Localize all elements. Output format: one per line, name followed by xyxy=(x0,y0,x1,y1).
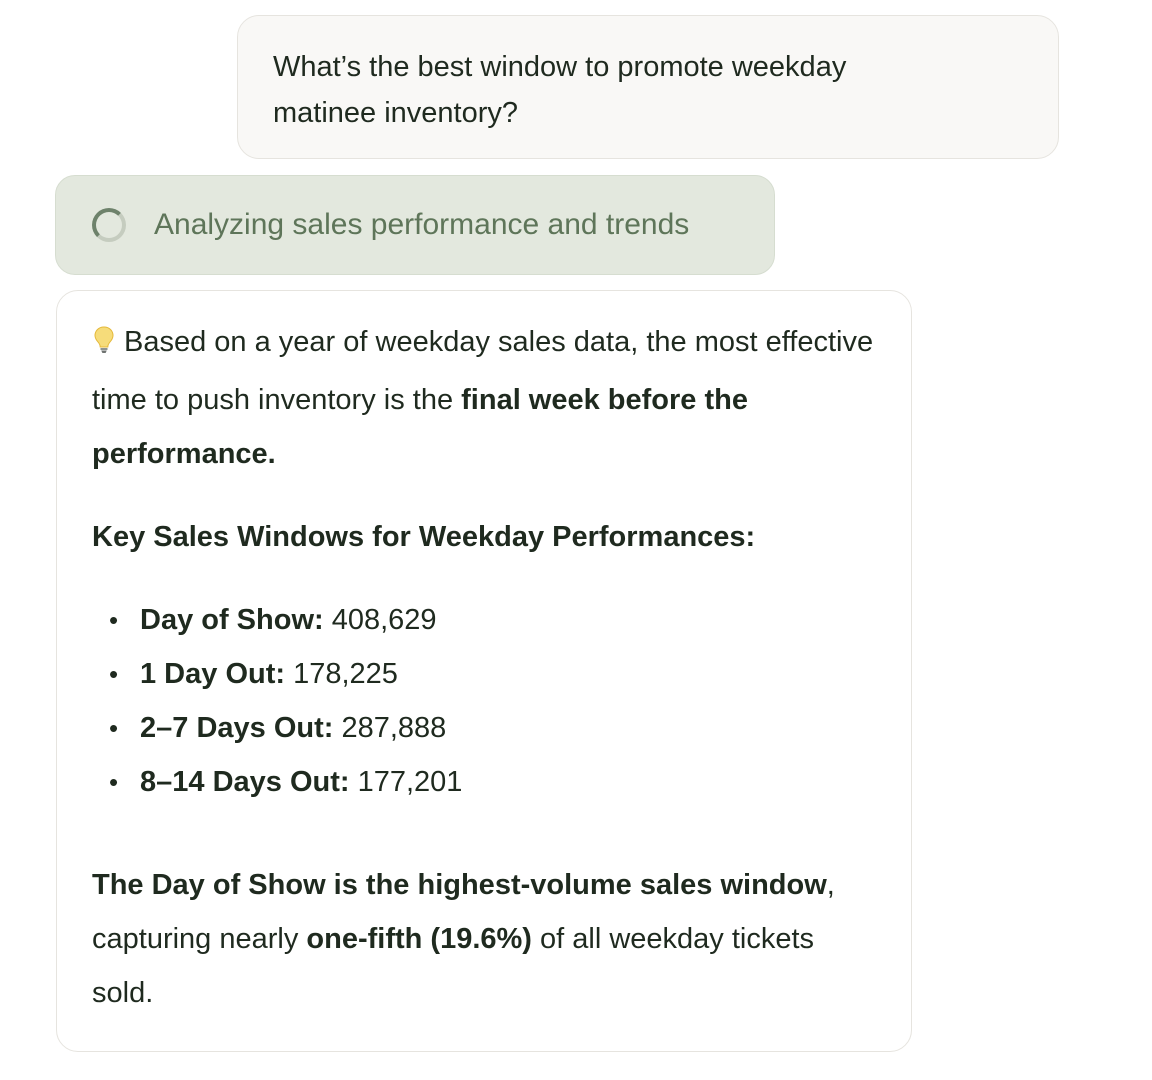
sales-window-list: • Day of Show: 408,629 • 1 Day Out: 178,… xyxy=(92,593,881,809)
summary-bold-1: The Day of Show is the highest-volume sa… xyxy=(92,869,827,901)
summary-bold-2: one-fifth (19.6%) xyxy=(306,923,532,955)
answer-summary: The Day of Show is the highest-volume sa… xyxy=(92,858,881,1020)
stat-value: 177,201 xyxy=(357,766,463,798)
list-item: • 2–7 Days Out: 287,888 xyxy=(92,701,881,755)
list-item: • 8–14 Days Out: 177,201 xyxy=(92,755,881,809)
stat-label: Day of Show: xyxy=(140,604,324,636)
answer-intro: Based on a year of weekday sales data, t… xyxy=(92,315,881,481)
list-item: • Day of Show: 408,629 xyxy=(92,593,881,647)
assistant-answer-card: Based on a year of weekday sales data, t… xyxy=(56,290,912,1052)
stat-label: 8–14 Days Out: xyxy=(140,766,350,798)
bullet-icon: • xyxy=(109,605,119,635)
stat-value: 408,629 xyxy=(331,604,437,636)
stat-value: 287,888 xyxy=(341,712,447,744)
user-message-line-2: matinee inventory? xyxy=(273,97,519,129)
status-label: Analyzing sales performance and trends xyxy=(154,208,690,241)
spinner-icon xyxy=(92,208,126,242)
bullet-icon: • xyxy=(109,659,119,689)
stat-label: 2–7 Days Out: xyxy=(140,712,334,744)
bullet-icon: • xyxy=(109,713,119,743)
key-sales-windows-heading: Key Sales Windows for Weekday Performanc… xyxy=(92,521,756,553)
list-item: • 1 Day Out: 178,225 xyxy=(92,647,881,701)
stat-label: 1 Day Out: xyxy=(140,658,286,690)
user-message-bubble: What’s the best window to promote weekda… xyxy=(237,15,1059,159)
user-message-line-1: What’s the best window to promote weekda… xyxy=(273,51,847,83)
lightbulb-icon xyxy=(92,319,116,373)
stat-value: 178,225 xyxy=(293,658,398,690)
analysis-status-pill: Analyzing sales performance and trends xyxy=(55,175,775,275)
bullet-icon: • xyxy=(109,767,119,797)
